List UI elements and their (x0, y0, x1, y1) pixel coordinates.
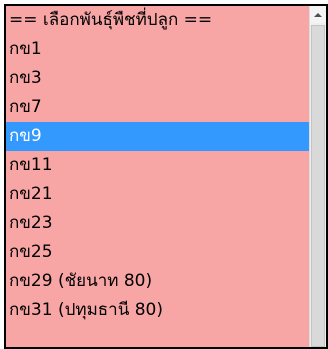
list-item[interactable]: กข23 (6, 209, 309, 238)
list-item[interactable]: กข31 (ปทุมธานี 80) (6, 296, 309, 325)
list-item[interactable]: กข21 (6, 180, 309, 209)
list-item[interactable]: กข11 (6, 151, 309, 180)
listbox-options: == เลือกพันธุ์พืชที่ปลูก == กข1 กข3 กข7 … (6, 6, 309, 347)
triangle-up-icon (314, 12, 322, 17)
scroll-thumb[interactable] (311, 25, 325, 347)
list-item[interactable]: == เลือกพันธุ์พืชที่ปลูก == (6, 6, 309, 35)
list-item[interactable]: กข25 (6, 238, 309, 267)
list-item[interactable]: กข29 (ชัยนาท 80) (6, 267, 309, 296)
plant-variety-listbox[interactable]: == เลือกพันธุ์พืชที่ปลูก == กข1 กข3 กข7 … (4, 4, 328, 349)
list-item-selected[interactable]: กข9 (6, 122, 309, 151)
list-item[interactable]: กข1 (6, 35, 309, 64)
list-item[interactable]: กข7 (6, 93, 309, 122)
scroll-up-button[interactable] (310, 6, 326, 23)
vertical-scrollbar[interactable] (309, 6, 326, 347)
list-item[interactable]: กข3 (6, 64, 309, 93)
